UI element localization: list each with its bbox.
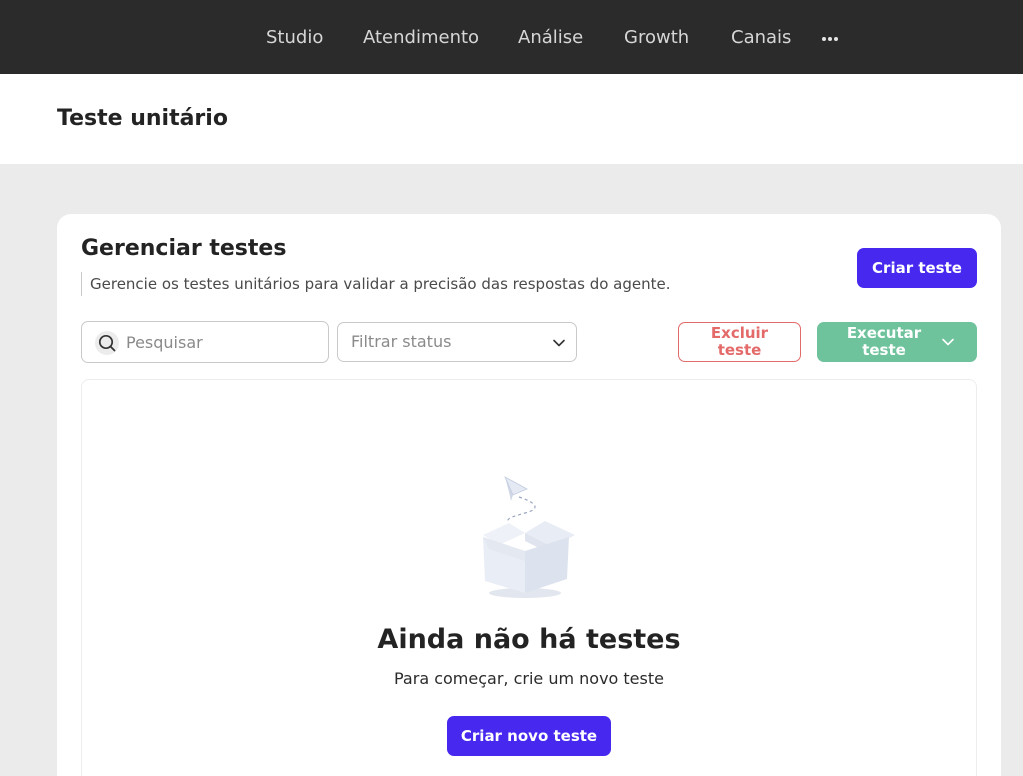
nav-item-canais[interactable]: Canais <box>731 26 791 50</box>
manage-tests-card: Gerenciar testes Gerencie os testes unit… <box>57 214 1001 776</box>
page-title: Teste unitário <box>57 106 228 131</box>
status-filter-select[interactable]: Filtrar status <box>337 322 577 362</box>
chevron-down-icon[interactable] <box>941 335 955 349</box>
run-test-button[interactable]: Executar teste <box>817 322 977 362</box>
nav-item-growth[interactable]: Growth <box>624 26 689 50</box>
card-description: Gerencie os testes unitários para valida… <box>81 272 671 296</box>
more-horizontal-icon[interactable] <box>821 37 839 43</box>
delete-test-button[interactable]: Excluir teste <box>678 322 801 362</box>
run-test-label: Executar teste <box>846 324 922 359</box>
create-new-test-button[interactable]: Criar novo teste <box>447 716 611 756</box>
nav-item-analise[interactable]: Análise <box>518 26 583 50</box>
create-test-button[interactable]: Criar teste <box>857 248 977 288</box>
top-navigation-bar: Studio Atendimento Análise Growth Canais <box>0 0 1023 74</box>
chevron-down-icon <box>552 335 566 349</box>
status-filter-label: Filtrar status <box>351 332 452 351</box>
page-header: Teste unitário <box>0 74 1023 164</box>
search-field[interactable] <box>81 321 329 363</box>
nav-item-atendimento[interactable]: Atendimento <box>363 26 479 50</box>
tests-list-empty-state: Ainda não há testes Para começar, crie u… <box>81 379 977 776</box>
search-input[interactable] <box>126 330 321 354</box>
empty-box-with-paper-plane-icon <box>467 475 587 605</box>
nav-item-studio[interactable]: Studio <box>266 26 323 50</box>
search-icon <box>95 331 119 355</box>
empty-state-title: Ainda não há testes <box>377 624 681 655</box>
delete-test-label: Excluir teste <box>710 324 769 359</box>
empty-state-subtitle: Para começar, crie um novo teste <box>394 669 664 688</box>
card-title: Gerenciar testes <box>81 236 287 261</box>
